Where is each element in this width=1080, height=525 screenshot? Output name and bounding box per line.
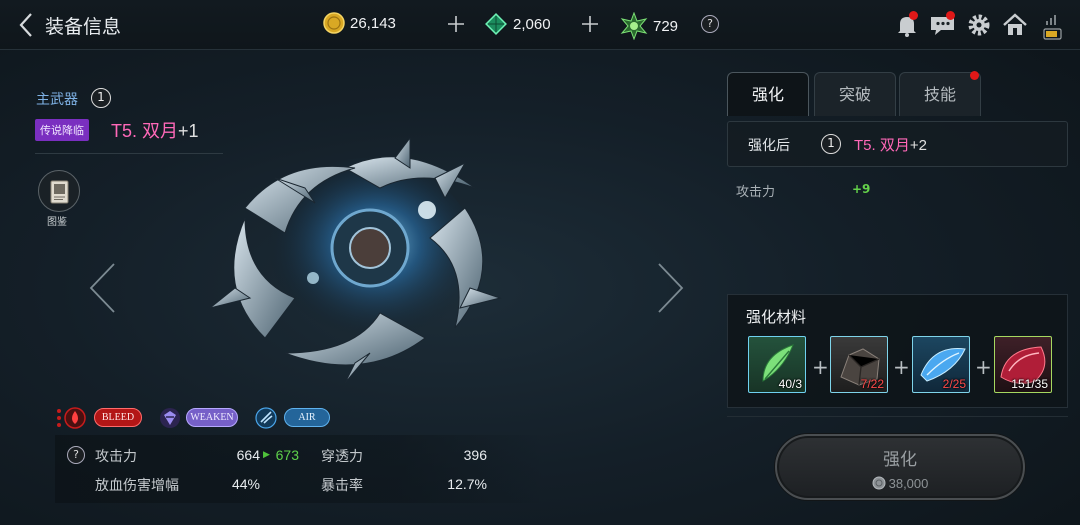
green-gem-icon <box>485 13 507 35</box>
material-slot-3[interactable]: 2/25 <box>912 336 970 393</box>
stat-arrow-icon: ▶ <box>263 450 270 460</box>
after-enhance-row: 强化后 1 T5. 双月+2 <box>727 121 1068 167</box>
tab-breakthrough[interactable]: 突破 <box>814 72 896 116</box>
stat-attack-label: 攻击力 <box>95 449 137 465</box>
codex-button[interactable] <box>38 170 80 212</box>
silver-coin-icon <box>872 476 886 490</box>
stat-bleed-damage-label: 放血伤害增幅 <box>95 478 179 494</box>
gold-amount: 26,143 <box>350 14 396 32</box>
page-title: 装备信息 <box>45 16 122 38</box>
gem-currency: 2,060 <box>484 12 551 36</box>
top-bar: 装备信息 26,143 2,060 729 ? <box>0 0 1080 50</box>
divider <box>727 416 1068 417</box>
add-gold-button[interactable] <box>445 13 467 35</box>
material-count-1: 40/3 <box>778 377 802 391</box>
weapon-slot-label: 主武器 <box>36 92 78 108</box>
weaken-icon <box>160 408 180 428</box>
stat-attack-value: 664 <box>236 447 260 463</box>
after-slot-badge: 1 <box>821 134 841 154</box>
weapon-enhance-level: +1 <box>178 121 199 141</box>
tab-skill[interactable]: 技能 <box>899 72 981 116</box>
materials-title: 强化材料 <box>746 308 807 326</box>
effects-row: BLEED WEAKEN AIR <box>55 405 355 431</box>
codex-label: 图鉴 <box>47 217 67 228</box>
stats-help-icon[interactable]: ? <box>67 446 85 464</box>
slot-count-badge: 1 <box>91 88 111 108</box>
gold-coin-icon <box>323 12 345 34</box>
material-slot-2[interactable]: 7/22 <box>830 336 888 393</box>
next-item-arrow[interactable] <box>655 262 685 314</box>
stat-bleed-damage-value: 44% <box>231 476 260 492</box>
plus-separator: + <box>812 355 829 379</box>
enhance-cost-value: 38,000 <box>888 476 929 491</box>
enhance-button[interactable]: 强化 38,000 <box>775 434 1025 500</box>
weaken-effect-tag: WEAKEN <box>186 408 238 427</box>
divider <box>35 153 223 154</box>
enhance-button-label: 强化 <box>883 450 917 470</box>
weapon-image <box>209 138 502 383</box>
after-enhance-name: T5. 双月+2 <box>854 134 927 155</box>
stats-panel: ? 攻击力 664 ▶ 673 穿透力 396 放血伤害增幅 44% 暴击率 1… <box>55 435 545 503</box>
material-count-4: 151/35 <box>1011 377 1048 391</box>
signal-battery-icon <box>1043 15 1062 40</box>
stat-crit-value: 12.7% <box>447 476 487 492</box>
weapon-name-text: T5. 双月 <box>111 121 179 141</box>
gear-icon[interactable] <box>965 12 993 38</box>
codex-book-icon <box>50 180 69 204</box>
stat-attack-next-value: 673 <box>275 447 299 463</box>
material-count-2: 7/22 <box>860 377 884 391</box>
weapon-name: T5. 双月+1 <box>111 117 199 143</box>
green-spiked-token-icon <box>620 12 648 40</box>
material-count-3: 2/25 <box>942 377 966 391</box>
stat-penetration-value: 396 <box>463 447 487 463</box>
add-gem-button[interactable] <box>579 13 601 35</box>
enhance-cost: 38,000 <box>777 476 1023 491</box>
material-slot-1[interactable]: 40/3 <box>748 336 806 393</box>
skill-tab-dot <box>970 71 979 80</box>
gem-amount: 2,060 <box>513 15 551 33</box>
after-enhance-label: 强化后 <box>748 138 790 154</box>
gold-currency: 26,143 <box>323 12 396 34</box>
after-name-text: T5. 双月 <box>854 137 910 154</box>
bleed-icon <box>57 407 86 429</box>
back-arrow-icon[interactable] <box>16 11 38 39</box>
currency-help-icon[interactable]: ? <box>701 15 719 33</box>
legendary-tag: 传说降临 <box>35 119 89 141</box>
plus-separator: + <box>975 355 992 379</box>
plus-separator: + <box>893 355 910 379</box>
notification-dot <box>909 11 918 20</box>
tab-enhance[interactable]: 强化 <box>727 72 809 116</box>
stat-penetration-label: 穿透力 <box>321 449 363 465</box>
attr-attack-label: 攻击力 <box>736 185 776 200</box>
chat-notification-dot <box>946 11 955 20</box>
air-icon <box>255 407 277 429</box>
token-amount: 729 <box>653 17 679 35</box>
token-currency: 729 <box>620 12 678 40</box>
attr-attack-delta: +9 <box>852 182 871 196</box>
bleed-effect-tag: BLEED <box>94 408 142 427</box>
prev-item-arrow[interactable] <box>88 262 118 314</box>
stat-crit-label: 暴击率 <box>321 478 363 494</box>
after-plus-text: +2 <box>909 137 927 154</box>
material-slot-4[interactable]: 151/35 <box>994 336 1052 393</box>
air-effect-tag: AIR <box>284 408 330 427</box>
home-icon[interactable] <box>1001 12 1029 38</box>
